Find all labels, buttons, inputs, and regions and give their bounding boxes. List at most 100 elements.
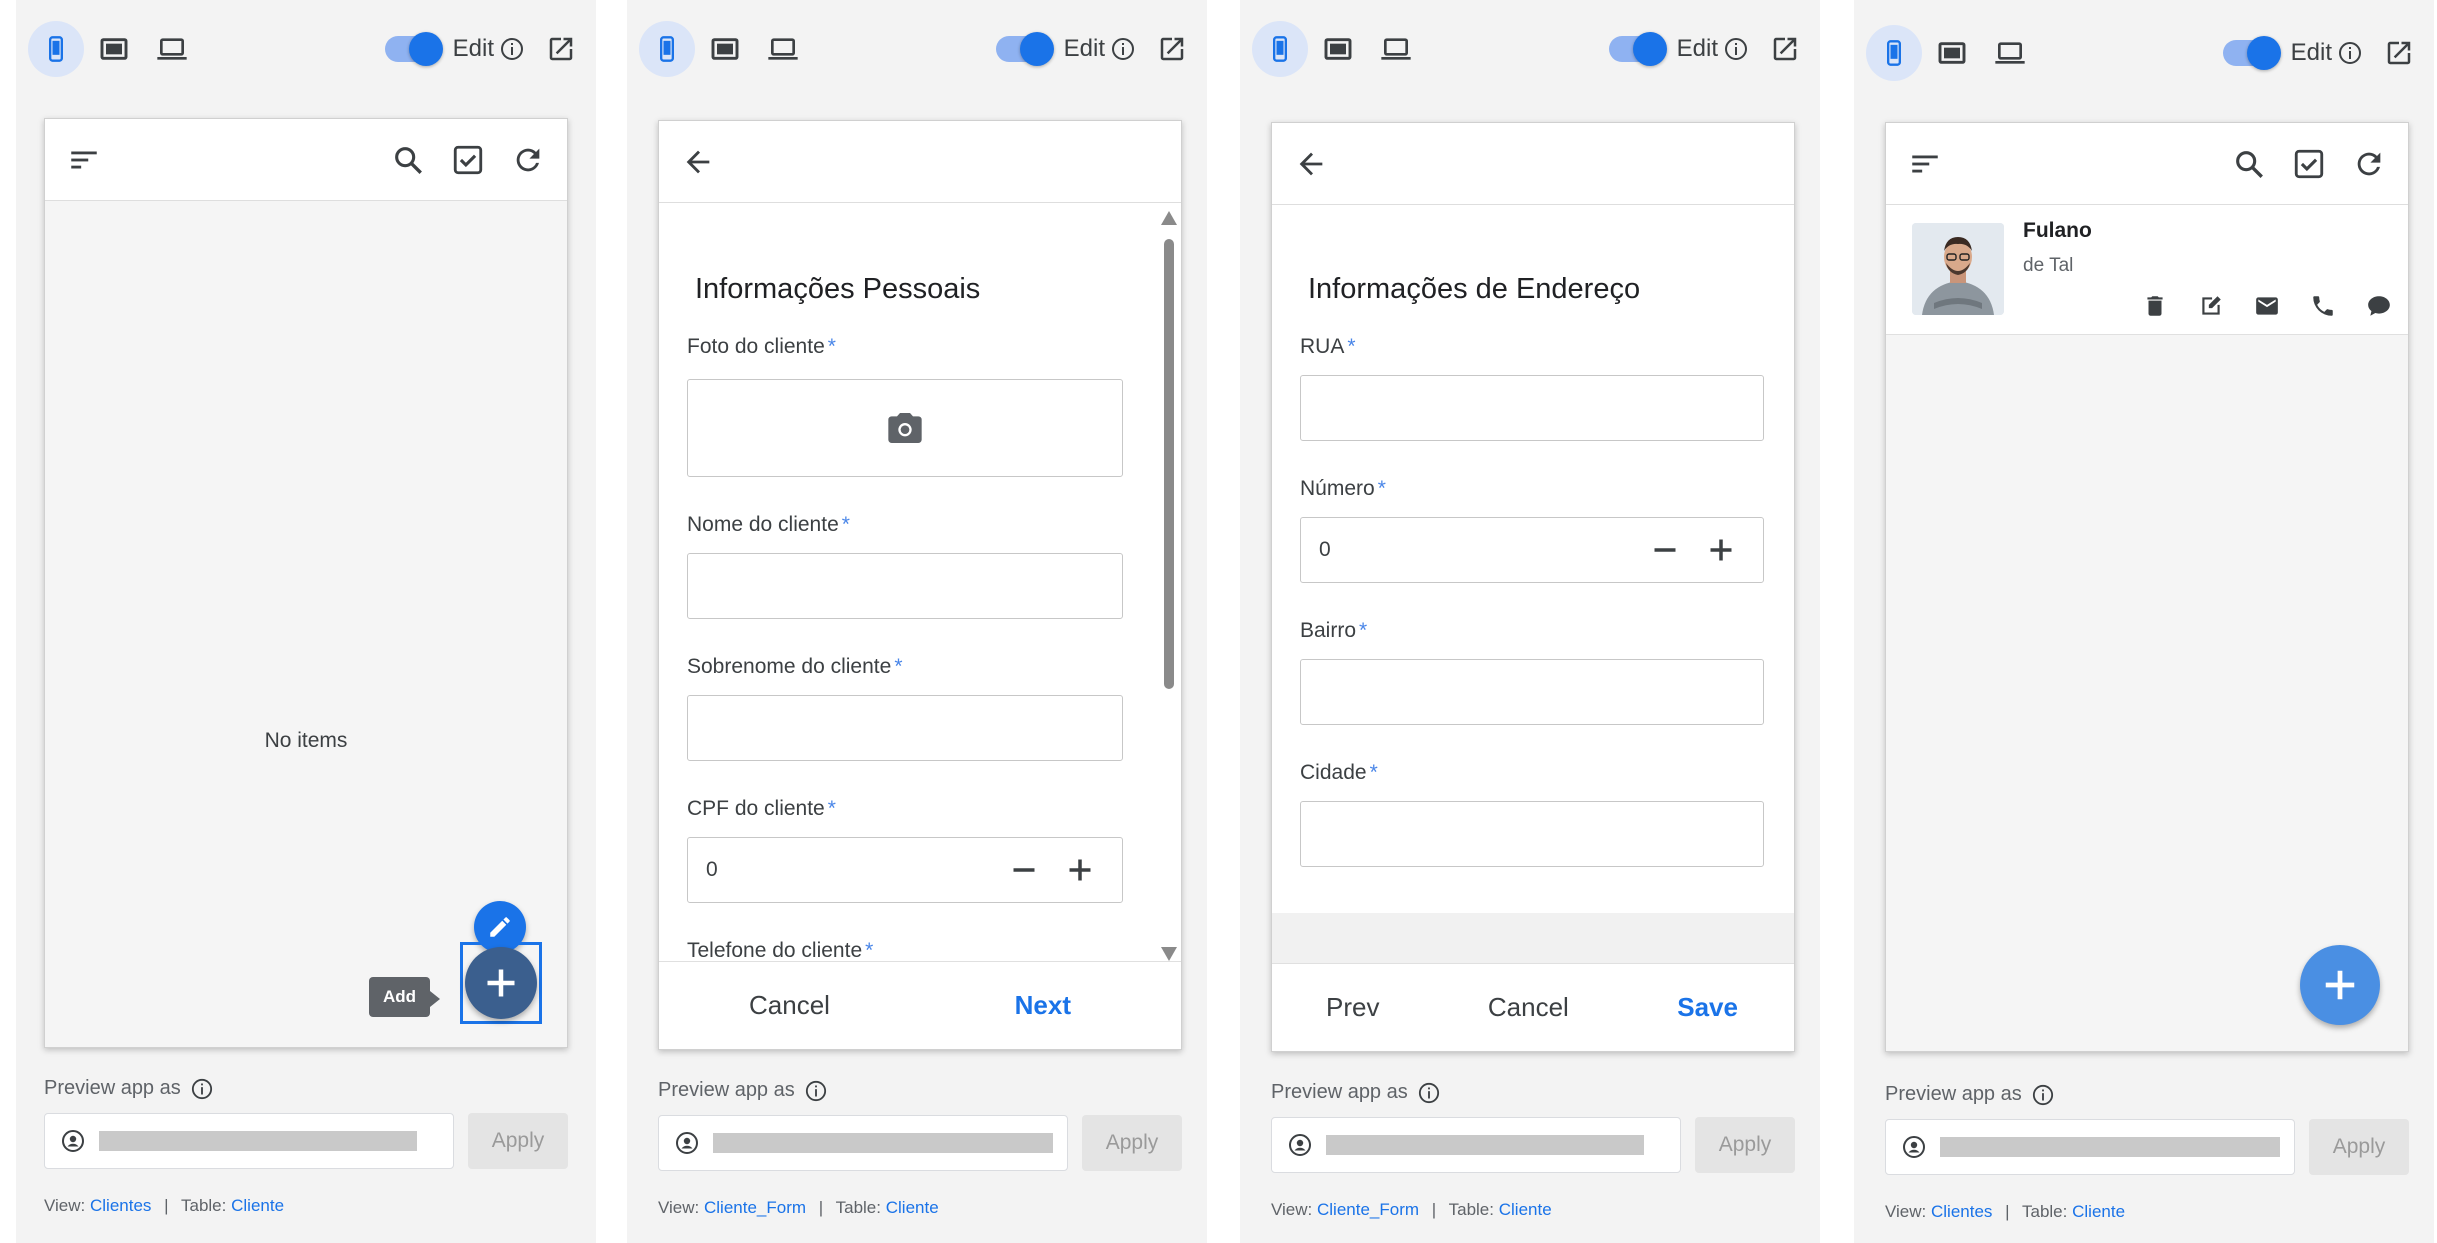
refresh-icon[interactable] (511, 143, 545, 177)
back-arrow-icon[interactable] (681, 145, 715, 179)
open-external-icon[interactable] (1770, 34, 1800, 64)
table-link[interactable]: Cliente (886, 1198, 939, 1217)
preview-user-input[interactable] (44, 1113, 454, 1169)
view-link[interactable]: Clientes (90, 1196, 151, 1215)
preview-label-text: Preview app as (658, 1079, 795, 1101)
table-link[interactable]: Cliente (231, 1196, 284, 1215)
edit-toggle[interactable] (2222, 36, 2281, 70)
info-icon[interactable] (1724, 37, 1748, 61)
checkbox-icon[interactable] (451, 143, 485, 177)
open-external-icon[interactable] (1157, 34, 1187, 64)
scroll-thumb[interactable] (1164, 239, 1174, 689)
table-prefix: Table: (2022, 1202, 2068, 1221)
preview-user-input[interactable] (658, 1115, 1068, 1171)
photo-upload-field[interactable] (687, 379, 1123, 477)
open-external-icon[interactable] (546, 34, 576, 64)
desktop-view-button[interactable] (144, 21, 200, 77)
camera-icon (885, 408, 925, 448)
edit-icon[interactable] (2198, 293, 2224, 319)
phone-view-button[interactable] (1866, 25, 1922, 81)
tablet-view-button[interactable] (697, 21, 753, 77)
edit-toggle[interactable] (384, 32, 443, 66)
info-icon[interactable] (2338, 41, 2362, 65)
plus-icon[interactable] (1707, 536, 1735, 564)
desktop-view-button[interactable] (1368, 21, 1424, 77)
preview-user-input[interactable] (1885, 1119, 2295, 1175)
avatar (1912, 223, 2004, 315)
number-input[interactable]: 0 (1300, 517, 1764, 583)
table-prefix: Table: (1448, 1200, 1494, 1219)
delete-icon[interactable] (2142, 293, 2168, 319)
info-icon[interactable] (500, 37, 524, 61)
info-icon[interactable] (1111, 37, 1135, 61)
info-icon[interactable] (191, 1078, 213, 1100)
minus-icon[interactable] (1651, 536, 1679, 564)
save-button[interactable]: Save (1677, 992, 1738, 1023)
laptop-icon (156, 33, 188, 65)
table-link[interactable]: Cliente (2072, 1202, 2125, 1221)
desktop-view-button[interactable] (755, 21, 811, 77)
apply-button[interactable]: Apply (2309, 1119, 2409, 1175)
edit-toggle[interactable] (1608, 32, 1667, 66)
account-circle-icon (1902, 1135, 1926, 1159)
back-arrow-icon[interactable] (1294, 147, 1328, 181)
view-link[interactable]: Cliente_Form (1317, 1200, 1419, 1219)
cancel-button[interactable]: Cancel (1488, 992, 1569, 1023)
apply-button[interactable]: Apply (468, 1113, 568, 1169)
view-link[interactable]: Cliente_Form (704, 1198, 806, 1217)
phone-view-button[interactable] (28, 21, 84, 77)
preview-user-input[interactable] (1271, 1117, 1681, 1173)
edit-toggle[interactable] (995, 32, 1054, 66)
cancel-button[interactable]: Cancel (749, 990, 830, 1021)
call-icon[interactable] (2310, 293, 2336, 319)
toggle-knob (1019, 32, 1054, 66)
email-icon[interactable] (2254, 293, 2280, 319)
view-prefix: View: (658, 1198, 700, 1217)
search-icon[interactable] (391, 143, 425, 177)
account-circle-icon (1288, 1133, 1312, 1157)
apply-button[interactable]: Apply (1082, 1115, 1182, 1171)
form-header (659, 121, 1181, 203)
section-title: Informações de Endereço (1308, 273, 1641, 305)
tablet-view-button[interactable] (1310, 21, 1366, 77)
phone-view-button[interactable] (639, 21, 695, 77)
district-input[interactable] (1300, 659, 1764, 725)
street-input[interactable] (1300, 375, 1764, 441)
info-icon[interactable] (2032, 1084, 2054, 1106)
add-fab[interactable] (465, 947, 537, 1019)
info-icon[interactable] (805, 1080, 827, 1102)
view-link[interactable]: Clientes (1931, 1202, 1992, 1221)
scroll-down-arrow[interactable] (1161, 947, 1177, 961)
first-name-label: Nome do cliente * (687, 513, 850, 537)
add-fab[interactable] (2300, 945, 2380, 1025)
open-external-icon[interactable] (2384, 38, 2414, 68)
sort-icon[interactable] (67, 143, 101, 177)
prev-button[interactable]: Prev (1326, 992, 1379, 1023)
tablet-view-button[interactable] (1924, 25, 1980, 81)
cpf-input[interactable]: 0 (687, 837, 1123, 903)
phone-view-button[interactable] (1252, 21, 1308, 77)
search-icon[interactable] (2232, 147, 2266, 181)
number-value: 0 (1319, 538, 1331, 561)
scrollbar[interactable] (1161, 211, 1177, 961)
apply-button[interactable]: Apply (1695, 1117, 1795, 1173)
last-name-input[interactable] (687, 695, 1123, 761)
city-input[interactable] (1300, 801, 1764, 867)
minus-icon[interactable] (1010, 856, 1038, 884)
plus-icon[interactable] (1066, 856, 1094, 884)
desktop-view-button[interactable] (1982, 25, 2038, 81)
list-item[interactable]: Fulano de Tal (1886, 205, 2408, 335)
preview-label-text: Preview app as (1885, 1083, 2022, 1105)
sort-icon[interactable] (1908, 147, 1942, 181)
refresh-icon[interactable] (2352, 147, 2386, 181)
required-mark: * (841, 513, 850, 536)
tablet-view-button[interactable] (86, 21, 142, 77)
info-icon[interactable] (1418, 1082, 1440, 1104)
table-link[interactable]: Cliente (1499, 1200, 1552, 1219)
first-name-input[interactable] (687, 553, 1123, 619)
label-text: Telefone do cliente (687, 939, 863, 962)
message-icon[interactable] (2366, 293, 2392, 319)
checkbox-icon[interactable] (2292, 147, 2326, 181)
scroll-up-arrow[interactable] (1161, 211, 1177, 225)
next-button[interactable]: Next (1015, 990, 1071, 1021)
